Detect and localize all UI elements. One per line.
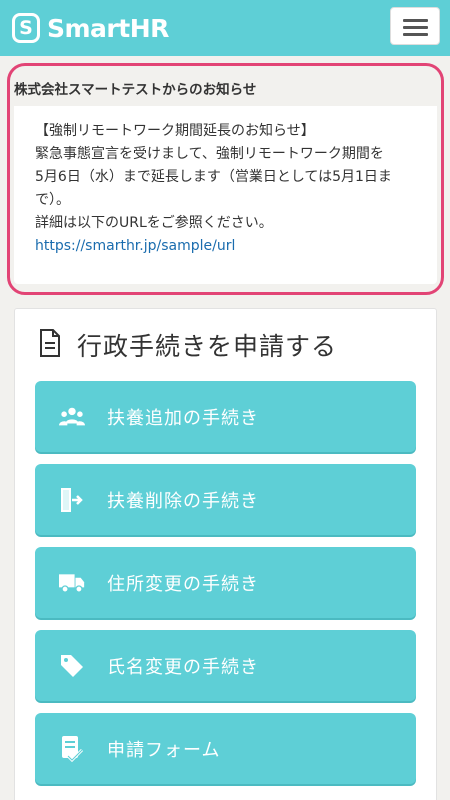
add-dependent-button[interactable]: 扶養追加の手続き (35, 381, 416, 452)
notice-line: で）。 (35, 192, 70, 208)
company-notice-card: 株式会社スマートテストからのお知らせ 【強制リモートワーク期間延長のお知らせ】 … (14, 70, 437, 284)
door-exit-icon (59, 487, 85, 513)
notice-line: 【強制リモートワーク期間延長のお知らせ】 (35, 123, 315, 139)
notice-line: 詳細は以下のURLをご参照ください。 (35, 215, 273, 231)
smarthr-logo[interactable]: S SmartHR (12, 10, 169, 46)
procedures-panel: 行政手続きを申請する 扶養追加の手続き 扶養削除の手続き 住所変更の手続き 氏名… (14, 308, 437, 800)
logo-mark: S (12, 13, 40, 43)
application-form-button[interactable]: 申請フォーム (35, 713, 416, 784)
remove-dependent-button[interactable]: 扶養削除の手続き (35, 464, 416, 535)
action-label: 扶養追加の手続き (107, 407, 259, 429)
brand-name: SmartHR (47, 13, 169, 43)
notice-title: 株式会社スマートテストからのお知らせ (14, 70, 437, 106)
hamburger-menu-icon-bar (403, 26, 428, 29)
document-icon (39, 329, 61, 361)
action-label: 扶養削除の手続き (107, 490, 259, 512)
hamburger-menu-icon (403, 19, 428, 22)
form-check-icon (59, 735, 85, 762)
app-header: S SmartHR (0, 0, 450, 56)
action-label: 氏名変更の手続き (107, 656, 259, 678)
hamburger-menu-icon-bar (403, 33, 428, 36)
truck-icon (59, 570, 85, 596)
notice-line: 緊急事態宣言を受けまして、強制リモートワーク期間を (35, 146, 384, 162)
notice-line: 5月6日（水）まで延長します（営業日としては5月1日ま (35, 169, 392, 185)
procedures-heading-text: 行政手続きを申請する (77, 332, 338, 361)
procedures-heading: 行政手続きを申請する (39, 327, 337, 363)
address-change-button[interactable]: 住所変更の手続き (35, 547, 416, 618)
notice-body: 【強制リモートワーク期間延長のお知らせ】 緊急事態宣言を受けまして、強制リモート… (14, 106, 437, 258)
notice-url-link[interactable]: https://smarthr.jp/sample/url (35, 238, 235, 254)
name-change-button[interactable]: 氏名変更の手続き (35, 630, 416, 701)
action-label: 住所変更の手続き (107, 573, 259, 595)
tag-icon (59, 653, 85, 679)
action-label: 申請フォーム (107, 739, 221, 761)
users-icon (59, 404, 85, 430)
hamburger-menu-button[interactable] (390, 7, 440, 45)
